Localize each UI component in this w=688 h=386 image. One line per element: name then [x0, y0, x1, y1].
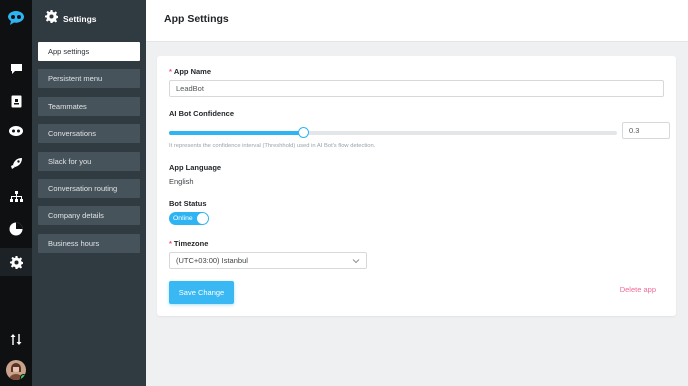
page-title: App Settings — [164, 13, 229, 25]
required-mark: * — [169, 67, 172, 76]
sidebar-item-teammates[interactable]: Teammates — [38, 97, 140, 116]
confidence-hint: It represents the confidence interval (T… — [169, 143, 376, 149]
timezone-value: (UTC+03:00) Istanbul — [176, 256, 248, 265]
language-label: App Language — [169, 163, 222, 172]
page-header: App Settings — [146, 0, 688, 42]
timezone-select[interactable]: (UTC+03:00) Istanbul — [169, 252, 367, 269]
online-status-dot — [20, 374, 26, 380]
chat-icon[interactable] — [0, 55, 32, 83]
app-settings-card: * App Name LeadBot AI Bot Confidence 0.3 … — [157, 56, 676, 316]
rocket-icon[interactable] — [0, 149, 32, 177]
settings-icon[interactable] — [0, 248, 32, 276]
sidebar-item-conversation-routing[interactable]: Conversation routing — [38, 179, 140, 198]
language-value: English — [169, 177, 194, 186]
confidence-slider[interactable] — [169, 127, 617, 138]
contacts-icon[interactable] — [0, 87, 32, 115]
hierarchy-icon[interactable] — [0, 183, 32, 211]
sidebar-item-persistent-menu[interactable]: Persistent menu — [38, 69, 140, 88]
bot-icon[interactable] — [0, 117, 32, 145]
slider-fill — [169, 131, 304, 135]
required-mark: * — [169, 239, 172, 248]
gear-icon — [45, 10, 59, 28]
delete-app-link[interactable]: Delete app — [620, 285, 656, 294]
bot-status-label: Bot Status — [169, 199, 207, 208]
bot-status-value: Online — [173, 215, 193, 222]
sidebar-item-slack[interactable]: Slack for you — [38, 152, 140, 171]
sort-icon[interactable] — [0, 325, 32, 353]
app-name-input[interactable]: LeadBot — [169, 80, 664, 97]
sidebar-item-company-details[interactable]: Company details — [38, 206, 140, 225]
reports-icon[interactable] — [0, 215, 32, 243]
chevron-down-icon — [352, 257, 360, 267]
settings-sidebar: Settings App settings Persistent menu Te… — [32, 0, 146, 386]
sidebar-item-business-hours[interactable]: Business hours — [38, 234, 140, 253]
icon-rail — [0, 0, 32, 386]
sidebar-item-conversations[interactable]: Conversations — [38, 124, 140, 143]
timezone-label: * Timezone — [169, 239, 209, 248]
confidence-label: AI Bot Confidence — [169, 109, 234, 118]
sidebar-title: Settings — [63, 14, 97, 24]
toggle-knob — [197, 213, 208, 224]
slider-handle[interactable] — [298, 127, 310, 138]
logo-icon[interactable] — [0, 4, 32, 32]
user-avatar[interactable] — [6, 360, 26, 380]
confidence-value-input[interactable]: 0.3 — [622, 122, 670, 139]
save-change-button[interactable]: Save Change — [169, 281, 234, 304]
sidebar-header: Settings — [32, 0, 146, 38]
app-name-label: * App Name — [169, 67, 212, 76]
sidebar-item-app-settings[interactable]: App settings — [38, 42, 140, 61]
bot-status-toggle[interactable]: Online — [169, 212, 209, 225]
